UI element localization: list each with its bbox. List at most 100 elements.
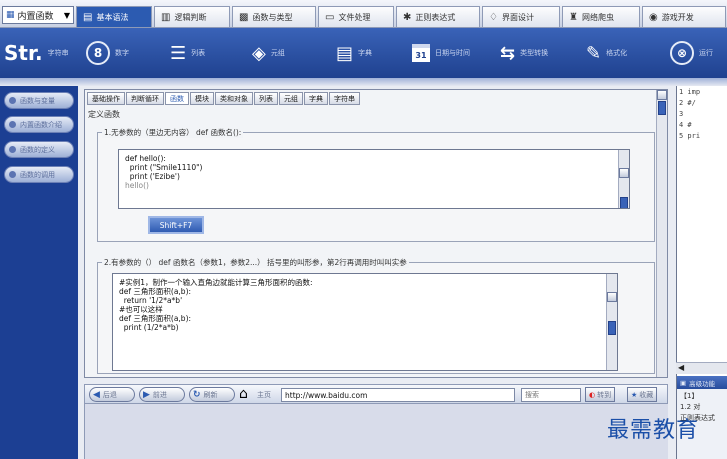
tuple-tool-label: 元组 [270, 49, 285, 57]
favorite-button[interactable]: ★ 收藏 [627, 387, 658, 402]
sub-tab-bar: 基础操作 判断循环 函数 模块 类和对象 列表 元组 字典 字符串 [87, 92, 360, 105]
scroll-up-icon[interactable] [619, 168, 629, 178]
swap-arrows-icon: ⇆ [500, 42, 516, 64]
url-input[interactable]: http://www.baidu.com [281, 388, 515, 402]
back-button[interactable]: ◀ 后退 [89, 387, 135, 402]
list-tool-label: 列表 [191, 49, 206, 57]
sidebar: 函数与变量 内置函数介绍 函数的定义 函数的调用 [0, 86, 78, 459]
tab-regex[interactable]: ✱ 正则表达式 [396, 6, 480, 27]
forward-button[interactable]: ▶ 前进 [139, 387, 185, 402]
browser-content-area[interactable] [84, 404, 668, 459]
group-title: 2.有参数的（） def 函数名（参数1，参数2...） 括号里的叫形参，第2行… [102, 257, 409, 268]
code-line: print ('Ezibe') [125, 172, 180, 181]
scroll-thumb[interactable] [620, 197, 628, 208]
subtab-basic-ops[interactable]: 基础操作 [87, 92, 125, 105]
sidebar-item-function-call[interactable]: 函数的调用 [4, 166, 74, 183]
bullet-icon [9, 171, 16, 178]
run-tool[interactable]: ⊗ 运行 [670, 28, 713, 78]
sidebar-item-functions-variables[interactable]: 函数与变量 [4, 92, 74, 109]
convert-tool[interactable]: ⇆ 类型转换 [500, 28, 548, 78]
code-editor-1[interactable]: def hello(): print ("Smile1110") print (… [118, 149, 630, 209]
subtab-strings[interactable]: 字符串 [329, 92, 360, 105]
code-line: def hello(): [125, 154, 166, 163]
tab-functions[interactable]: ▩ 函数与类型 [232, 6, 316, 27]
tab-game[interactable]: ◉ 游戏开发 [642, 6, 726, 27]
code-scrollbar-2[interactable] [606, 274, 617, 370]
subtab-loops[interactable]: 判断循环 [126, 92, 164, 105]
refresh-button[interactable]: ↻ 刷新 [189, 387, 235, 402]
scroll-thumb[interactable] [608, 321, 616, 335]
bullet-icon [9, 97, 16, 104]
code-scrollbar-1[interactable] [618, 150, 629, 208]
right-pane-hscrollbar[interactable]: ◀ [676, 362, 727, 374]
scroll-up-icon[interactable] [607, 292, 617, 302]
blocks-icon: ▩ [239, 11, 249, 23]
tab-label: 正则表达式 [415, 12, 456, 22]
subtab-classes[interactable]: 类和对象 [215, 92, 253, 105]
file-icon: ▭ [325, 11, 335, 23]
code-line: #也可以这样 [119, 305, 163, 314]
param-group: 2.有参数的（） def 函数名（参数1，参数2...） 括号里的叫形参，第2行… [97, 257, 655, 374]
tab-basic-syntax[interactable]: ▤ 基本语法 [76, 6, 152, 27]
text-line: 【1】 [680, 392, 699, 400]
right-code-pane[interactable]: 1 imp 2 #/ 3 4 # 5 pri [676, 86, 727, 376]
chevron-down-icon: ▼ [63, 10, 70, 20]
sidebar-item-label: 函数的调用 [20, 170, 55, 179]
code-icon: ▤ [83, 11, 93, 23]
format-tool[interactable]: ✎ 格式化 [586, 28, 627, 78]
dict-tool[interactable]: ▤ 字典 [336, 28, 372, 78]
category-select[interactable]: ▦ 内置函数 ▼ [2, 6, 74, 24]
browser-bar: ◀ 后退 ▶ 前进 ↻ 刷新 ⌂ 主页 http://www.baidu.com… [84, 384, 668, 404]
run-button-1[interactable]: Shift+F7 [148, 216, 204, 234]
back-arrow-icon: ◀ [93, 389, 100, 400]
tuple-tool[interactable]: ◈ 元组 [252, 28, 285, 78]
sidebar-item-function-def[interactable]: 函数的定义 [4, 141, 74, 158]
subtab-tuples[interactable]: 元组 [279, 92, 303, 105]
subtab-modules[interactable]: 模块 [190, 92, 214, 105]
home-icon[interactable]: ⌂ [239, 386, 248, 402]
tab-logic[interactable]: ▥ 逻辑判断 [154, 6, 230, 27]
group-title: 1.无参数的（里边无内容） def 函数名(): [102, 127, 244, 138]
code-line: 5 pri [679, 132, 701, 140]
bullet-icon [9, 146, 16, 153]
list-tool[interactable]: ☰ 列表 [170, 28, 205, 78]
robot-icon: ♜ [569, 11, 578, 23]
no-param-group: 1.无参数的（里边无内容） def 函数名(): def hello(): pr… [97, 127, 655, 242]
section-title: 定义函数 [88, 110, 120, 119]
scroll-thumb[interactable] [658, 101, 666, 115]
favorite-label: 收藏 [639, 390, 654, 399]
code-line: def 三角形面积(a,b): [119, 314, 192, 323]
go-button[interactable]: ◐ 转到 [585, 387, 616, 402]
advanced-bar-label: 高级功能 [689, 379, 716, 388]
clock-icon: ⊗ [670, 41, 694, 65]
scroll-up-icon[interactable] [657, 90, 667, 100]
refresh-icon: ↻ [193, 389, 201, 400]
search-input[interactable]: 搜索 [521, 388, 581, 402]
main-scrollbar[interactable] [656, 90, 667, 377]
scroll-left-icon[interactable]: ◀ [676, 363, 684, 372]
refresh-label: 刷新 [203, 390, 218, 399]
subtab-functions[interactable]: 函数 [165, 92, 189, 105]
forward-arrow-icon: ▶ [143, 389, 150, 400]
code-editor-2[interactable]: #实例1，制作一个输入直角边就能计算三角形面积的函数: def 三角形面积(a,… [112, 273, 618, 371]
folder-icon: ▣ [680, 378, 687, 387]
tab-ui-design[interactable]: ♢ 界面设计 [482, 6, 560, 27]
tab-files[interactable]: ▭ 文件处理 [318, 6, 394, 27]
code-line: 4 # [679, 121, 692, 129]
grid-icon: ▦ [6, 10, 15, 20]
number-tool[interactable]: 8 数字 [86, 28, 129, 78]
gamepad-icon: ◉ [649, 11, 658, 23]
datetime-tool[interactable]: 31 日期与时间 [412, 28, 470, 78]
forward-label: 前进 [152, 390, 167, 399]
string-tool[interactable]: Str. 字符串 [4, 28, 69, 78]
tab-label: 网络爬虫 [581, 12, 614, 22]
main-toolbar: Str. 字符串 8 数字 ☰ 列表 ◈ 元组 ▤ 字典 31 日期与时间 ⇆ … [0, 28, 727, 78]
subtab-dicts[interactable]: 字典 [304, 92, 328, 105]
tab-crawler[interactable]: ♜ 网络爬虫 [562, 6, 640, 27]
code-line: print (1/2*a*b) [119, 323, 179, 332]
subtab-lists[interactable]: 列表 [254, 92, 278, 105]
drop-icon: ♢ [489, 11, 498, 23]
sidebar-item-builtin-intro[interactable]: 内置函数介绍 [4, 116, 74, 133]
top-tab-bar: ▦ 内置函数 ▼ ▤ 基本语法 ▥ 逻辑判断 ▩ 函数与类型 ▭ 文件处理 ✱ … [0, 0, 727, 28]
advanced-bar[interactable]: ▣ 高级功能 [677, 376, 727, 389]
